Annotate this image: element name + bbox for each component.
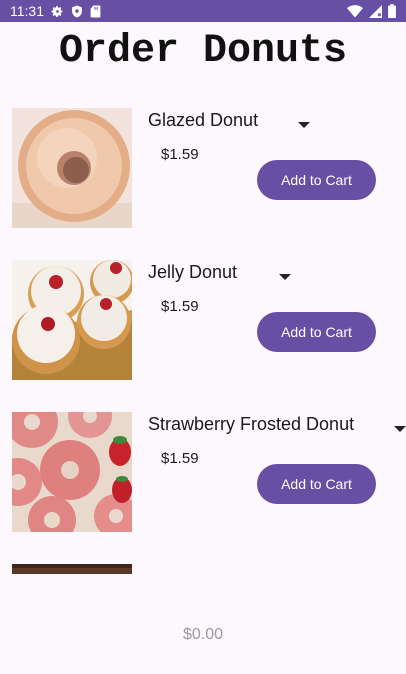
- item-price: $1.59: [161, 298, 199, 315]
- list-item: [0, 544, 406, 574]
- donut-image: [12, 564, 132, 574]
- strawberry-donut-image: [12, 412, 132, 532]
- order-total: $0.00: [182, 626, 224, 643]
- list-item: Jelly Donut $1.59 Add to Cart: [0, 240, 406, 392]
- shield-icon: [71, 5, 83, 18]
- chevron-down-icon[interactable]: [279, 274, 291, 280]
- donut-list[interactable]: Glazed Donut $1.59 Add to Cart Jelly Don…: [0, 88, 406, 574]
- item-name: Glazed Donut: [148, 110, 259, 130]
- status-time: 11:31: [10, 3, 44, 19]
- item-price: $1.59: [161, 450, 199, 467]
- add-to-cart-button[interactable]: Add to Cart: [257, 160, 376, 200]
- item-name: Jelly Donut: [148, 262, 238, 282]
- glazed-donut-image: [12, 108, 132, 228]
- add-to-cart-button[interactable]: Add to Cart: [257, 464, 376, 504]
- add-to-cart-button[interactable]: Add to Cart: [257, 312, 376, 352]
- item-name: Strawberry Frosted Donut: [148, 414, 355, 434]
- wifi-icon: [347, 4, 363, 18]
- settings-icon: [51, 5, 64, 18]
- status-bar: 11:31: [0, 0, 406, 22]
- page-title: Order Donuts: [58, 29, 348, 74]
- item-price: $1.59: [161, 146, 199, 163]
- jelly-donut-image: [12, 260, 132, 380]
- sd-card-icon: [90, 5, 101, 18]
- chevron-down-icon[interactable]: [298, 122, 310, 128]
- signal-icon: [369, 4, 382, 18]
- battery-icon: [388, 4, 396, 18]
- chevron-down-icon[interactable]: [394, 426, 406, 432]
- list-item: Glazed Donut $1.59 Add to Cart: [0, 88, 406, 240]
- list-item: Strawberry Frosted Donut $1.59 Add to Ca…: [0, 392, 406, 544]
